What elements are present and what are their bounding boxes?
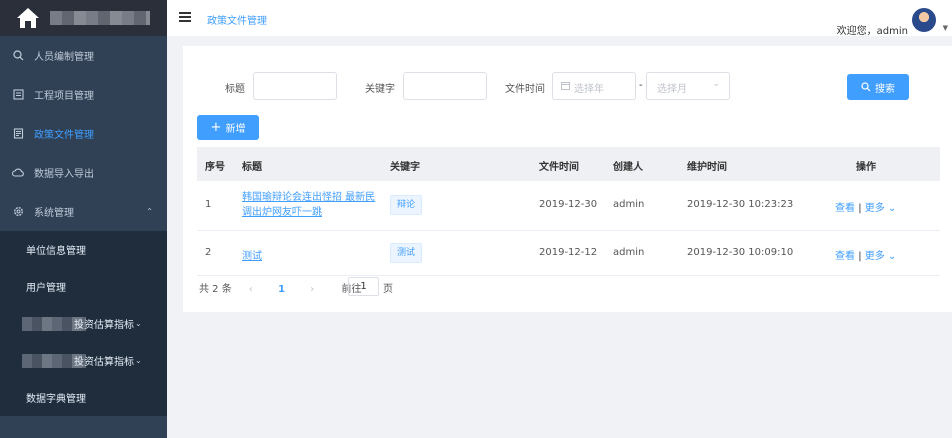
row-index: 1 [205, 199, 212, 210]
view-link[interactable]: 查看 [835, 203, 855, 214]
add-button[interactable]: + 新增 [197, 115, 259, 140]
user-greeting: 欢迎您，admin [836, 26, 908, 37]
add-button-label: 新增 [225, 124, 246, 135]
keyword-tag: 测试 [390, 243, 423, 263]
month-placeholder: 选择月 [657, 84, 687, 95]
row-title-link[interactable]: 韩国瑜辩论会连出怪招 最新民 调出炉网友吓一跳 [242, 190, 375, 220]
menu-item-personnel[interactable]: 人员编制管理 [0, 36, 167, 75]
breadcrumb[interactable]: 政策文件管理 [207, 12, 267, 27]
hamburger-icon[interactable] [179, 12, 191, 22]
menu-label: 系统管理 [34, 208, 74, 219]
content-card: 标题 关键字 文件时间 选择年 - 选择月 ⌄ 搜索 + 新增 序号 标题 关键… [183, 46, 952, 312]
next-page-button[interactable]: › [310, 284, 314, 295]
col-file-time: 文件时间 [539, 162, 579, 173]
title-line: 调出炉网友吓一跳 [242, 207, 322, 218]
submenu-label: 投资估算指标 [74, 320, 134, 331]
row-maintain-time: 2019-12-30 10:23:23 [687, 199, 794, 210]
action-separator: | [858, 203, 862, 214]
keyword-tag: 辩论 [390, 195, 423, 215]
submenu-label: 数据字典管理 [26, 394, 86, 405]
menu-label: 数据导入导出 [34, 169, 94, 180]
col-title: 标题 [242, 162, 262, 173]
chevron-down-icon[interactable]: ⌄ [888, 203, 896, 214]
title-input[interactable] [253, 72, 337, 100]
view-link[interactable]: 查看 [835, 251, 855, 262]
title-line: 韩国瑜辩论会连出怪招 最新民 [242, 192, 376, 203]
menu-item-system[interactable]: 系统管理 ⌃ [0, 192, 167, 231]
page-number[interactable]: 1 [278, 284, 285, 295]
gear-icon [12, 206, 24, 218]
action-separator: | [858, 251, 862, 262]
system-submenu: 单位信息管理 用户管理 投资估算指标 ⌄ 投资估算指标 ⌄ 数据字典管理 [0, 231, 167, 416]
logo-text-redacted [50, 11, 150, 25]
more-dropdown[interactable]: 更多 [865, 203, 885, 214]
avatar[interactable] [912, 8, 936, 32]
table-row: 1 韩国瑜辩论会连出怪招 最新民 调出炉网友吓一跳 辩论 2019-12-30 … [197, 181, 940, 231]
top-bar: 政策文件管理 欢迎您，admin ▼ [167, 0, 952, 37]
submenu-item-estimate-1[interactable]: 投资估算指标 ⌄ [0, 305, 167, 342]
col-actions: 操作 [856, 162, 876, 173]
total-count: 共 2 条 [199, 284, 232, 295]
submenu-label: 用户管理 [26, 283, 66, 294]
chevron-up-icon: ⌃ [146, 207, 153, 216]
prev-page-button[interactable]: ‹ [249, 284, 253, 295]
home-logo-icon [16, 7, 40, 29]
col-creator: 创建人 [613, 162, 643, 173]
row-actions: 查看 | 更多 ⌄ [835, 199, 896, 214]
logo-bar [0, 0, 167, 36]
more-dropdown[interactable]: 更多 [865, 251, 885, 262]
keyword-filter-label: 关键字 [365, 84, 395, 95]
submenu-label: 单位信息管理 [26, 246, 86, 257]
row-title-link[interactable]: 测试 [242, 247, 262, 262]
chevron-down-icon: ⌄ [135, 356, 142, 365]
pagination: 共 2 条 ‹ 1 › 前往 [199, 280, 361, 295]
submenu-item-dictionary[interactable]: 数据字典管理 [0, 379, 167, 416]
caret-down-icon[interactable]: ▼ [943, 24, 948, 32]
submenu-label: 投资估算指标 [74, 357, 134, 368]
row-creator: admin [613, 247, 645, 258]
year-picker[interactable]: 选择年 [552, 72, 636, 100]
row-file-time: 2019-12-12 [539, 247, 598, 258]
chevron-down-icon: ⌄ [712, 79, 720, 89]
menu-label: 政策文件管理 [34, 130, 94, 141]
menu-label: 工程项目管理 [34, 91, 94, 102]
month-select[interactable]: 选择月 ⌄ [646, 72, 730, 100]
search-button[interactable]: 搜索 [847, 74, 909, 100]
search-button-label: 搜索 [875, 83, 895, 95]
submenu-item-estimate-2[interactable]: 投资估算指标 ⌄ [0, 342, 167, 379]
goto-page-input[interactable]: 1 [348, 277, 379, 296]
row-actions: 查看 | 更多 ⌄ [835, 247, 896, 262]
zoom-icon [12, 50, 24, 62]
row-index: 2 [205, 247, 212, 258]
date-separator: - [639, 80, 643, 91]
plus-icon: + [210, 119, 222, 135]
chevron-down-icon[interactable]: ⌄ [888, 251, 896, 262]
cloud-transfer-icon [12, 167, 24, 179]
table-row: 2 测试 测试 2019-12-12 admin 2019-12-30 10:0… [197, 231, 940, 276]
keyword-input[interactable] [403, 72, 487, 100]
submenu-item-unit-info[interactable]: 单位信息管理 [0, 231, 167, 268]
sidebar: 人员编制管理 工程项目管理 政策文件管理 数据导入导出 系统管理 ⌃ 单位信息管… [0, 0, 167, 438]
menu-item-policy-files[interactable]: 政策文件管理 [0, 114, 167, 153]
search-icon [861, 82, 871, 92]
row-maintain-time: 2019-12-30 10:09:10 [687, 247, 794, 258]
menu-label: 人员编制管理 [34, 52, 94, 63]
menu-item-data-import-export[interactable]: 数据导入导出 [0, 153, 167, 192]
row-creator: admin [613, 199, 645, 210]
file-list-icon [12, 128, 24, 140]
chevron-down-icon: ⌄ [135, 319, 142, 328]
col-maintain-time: 维护时间 [687, 162, 727, 173]
menu-item-projects[interactable]: 工程项目管理 [0, 75, 167, 114]
submenu-item-users[interactable]: 用户管理 [0, 268, 167, 305]
table-header: 序号 标题 关键字 文件时间 创建人 维护时间 操作 [197, 147, 940, 181]
col-index: 序号 [205, 162, 225, 173]
col-keyword: 关键字 [390, 162, 420, 173]
row-file-time: 2019-12-30 [539, 199, 598, 210]
document-box-icon [12, 89, 24, 101]
year-placeholder: 选择年 [574, 84, 604, 95]
time-filter-label: 文件时间 [505, 84, 545, 95]
title-filter-label: 标题 [225, 84, 245, 95]
calendar-icon [561, 81, 570, 93]
page-suffix: 页 [383, 284, 393, 295]
